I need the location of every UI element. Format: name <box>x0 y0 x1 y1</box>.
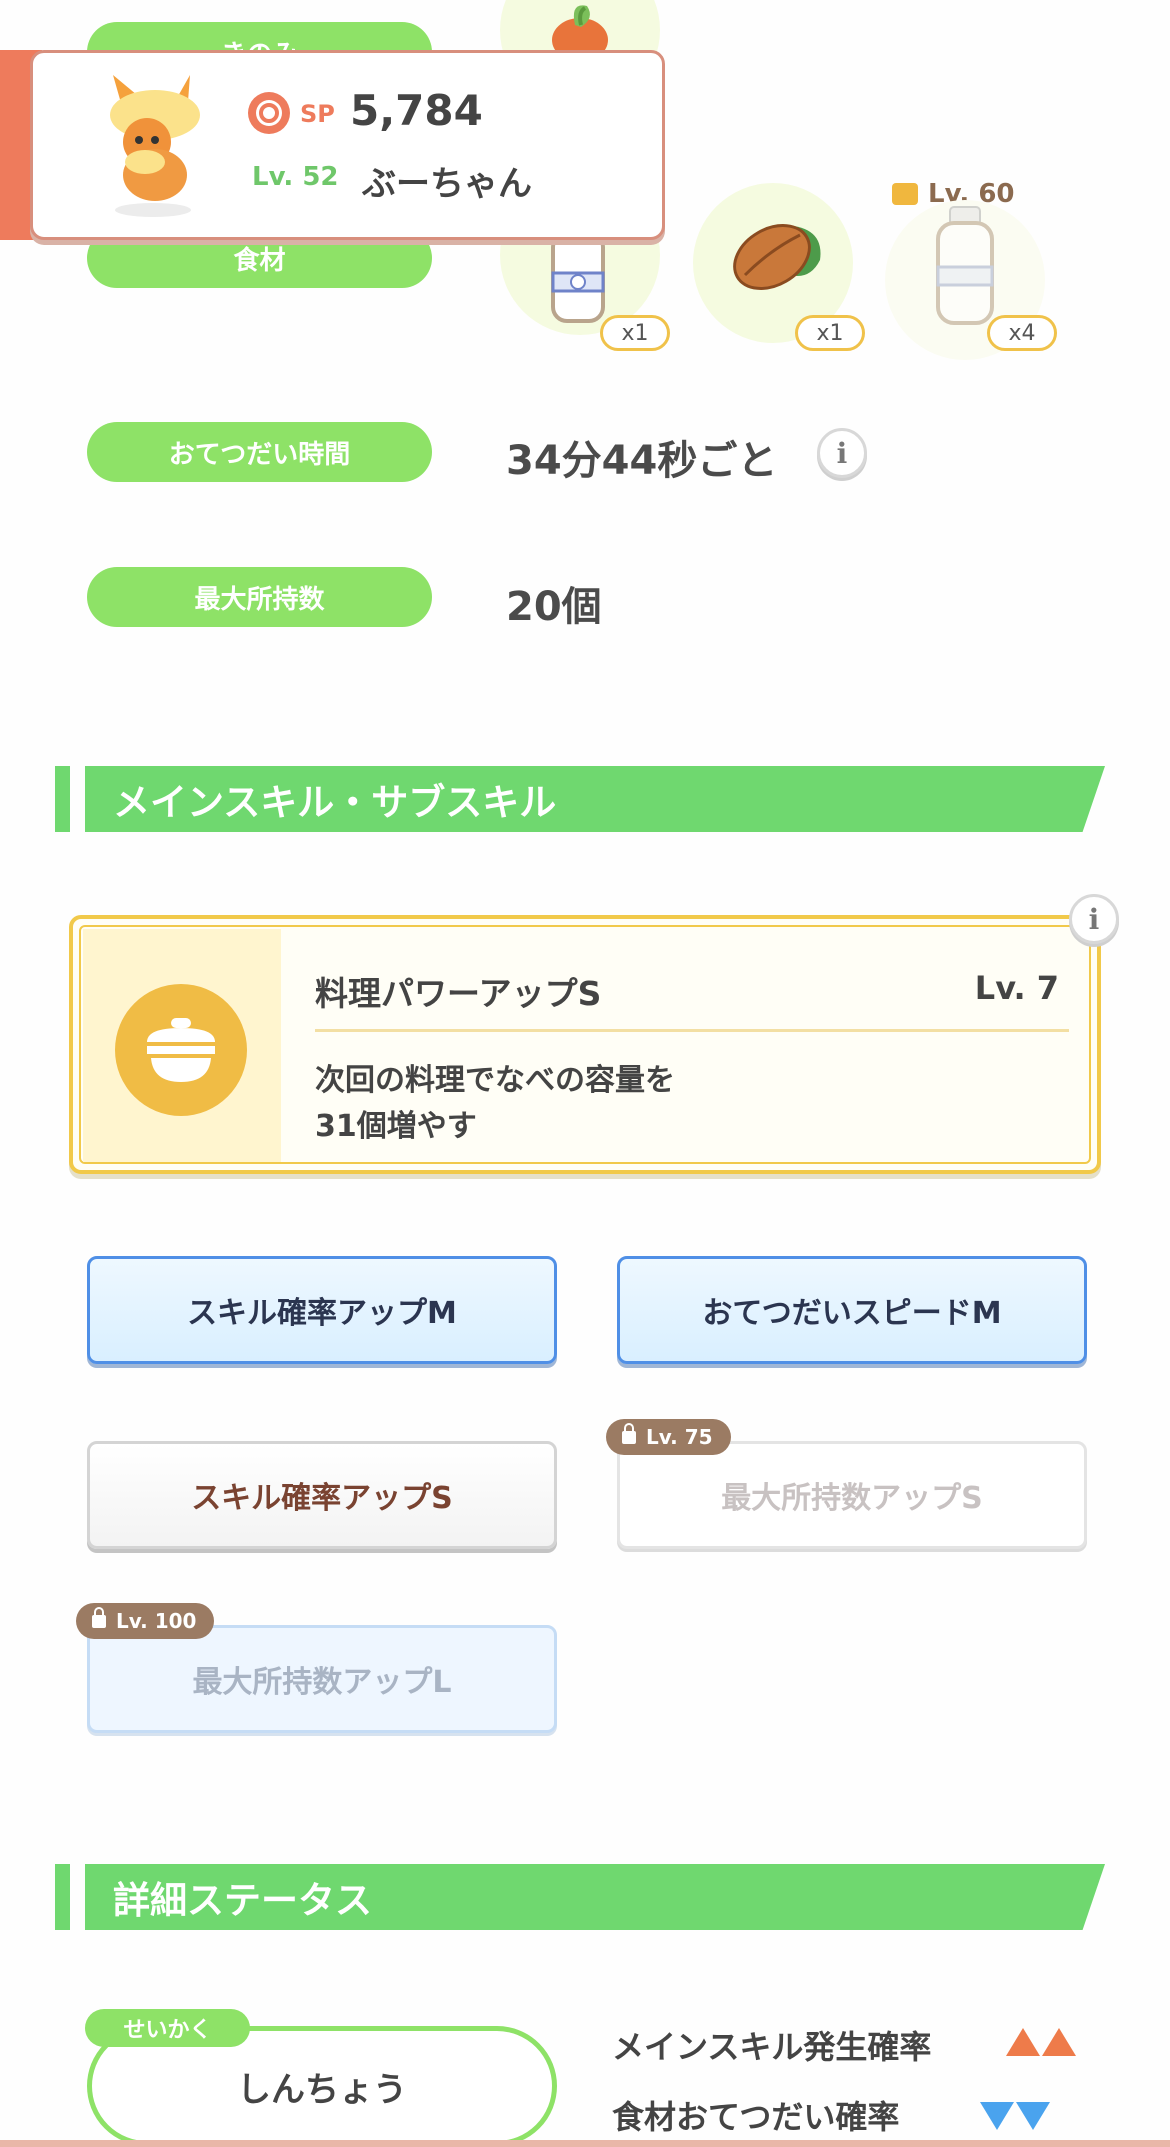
section-stripe <box>55 1864 70 1930</box>
sub-skill-button-1[interactable]: スキル確率アップM <box>87 1256 557 1364</box>
sp-icon <box>248 92 290 134</box>
skills-section-header: メインスキル・サブスキル <box>55 766 1105 832</box>
help-time-info-icon[interactable]: i <box>817 428 867 478</box>
sub-skill-button-4-locked[interactable]: 最大所持数アップS <box>617 1441 1087 1549</box>
main-skill-level: Lv. 7 <box>974 969 1059 1007</box>
ingredient-qty-1: x1 <box>600 315 670 351</box>
main-skill-card[interactable]: 料理パワーアップS Lv. 7 次回の料理でなべの容量を 31個増やす <box>69 915 1101 1174</box>
help-time-label: おてつだい時間 <box>87 422 432 482</box>
nature-tag: せいかく <box>85 2009 250 2047</box>
pokemon-nickname: ぶーちゃん <box>362 164 532 204</box>
sub-skill-button-2[interactable]: おてつだいスピードM <box>617 1256 1087 1364</box>
main-skill-desc-line1: 次回の料理でなべの容量を <box>315 1063 675 1098</box>
flareon-avatar-icon <box>110 75 200 217</box>
milk-bottle-icon <box>551 231 605 323</box>
bottom-sheet-edge <box>0 2140 1170 2147</box>
sub-skill-button-5-locked[interactable]: 最大所持数アップL <box>87 1625 557 1733</box>
section-stripe <box>55 766 70 832</box>
milk-bottle-icon-locked <box>936 206 994 325</box>
max-carry-label: 最大所持数 <box>87 567 432 627</box>
ingredient-qty-2: x1 <box>795 315 865 351</box>
pokemon-profile-card: SP 5,784 Lv. 52 ぶーちゃん <box>0 50 665 240</box>
help-time-value: 34分44秒ごと <box>506 438 778 484</box>
sub-skill-lock-tag-4: Lv. 75 <box>606 1419 731 1455</box>
pokemon-level: Lv. 52 <box>252 162 339 192</box>
max-carry-value: 20個 <box>506 584 602 630</box>
lock-icon <box>622 1422 636 1444</box>
main-skill-desc-line2: 31個増やす <box>315 1109 477 1144</box>
cacao-pod-icon <box>733 224 821 290</box>
main-skill-info-icon[interactable]: i <box>1069 894 1119 944</box>
sp-value: 5,784 <box>350 86 483 135</box>
stat-label-1: メインスキル発生確率 <box>612 2028 932 2066</box>
stat-main-skill-rate: メインスキル発生確率 <box>612 2022 931 2068</box>
details-section-title: 詳細ステータス <box>85 1864 1105 1930</box>
main-skill-divider <box>315 1029 1069 1032</box>
stat-label-2: 食材おてつだい確率 <box>612 2098 900 2136</box>
apple-berry-icon <box>552 5 608 55</box>
lock-icon <box>92 1606 106 1628</box>
sub-skill-lock-tag-5: Lv. 100 <box>76 1603 215 1639</box>
stat-up-icon <box>1006 2028 1076 2056</box>
stat-down-icon <box>980 2102 1050 2130</box>
ingredient-qty-3: x4 <box>987 315 1057 351</box>
details-section-header: 詳細ステータス <box>55 1864 1105 1930</box>
sub-skill-button-3[interactable]: スキル確率アップS <box>87 1441 557 1549</box>
lock-icon <box>892 183 918 205</box>
sp-label: SP <box>300 100 335 128</box>
skills-section-title: メインスキル・サブスキル <box>85 766 1105 832</box>
cooking-pot-icon <box>115 984 247 1116</box>
stat-ingredient-rate: 食材おてつだい確率 <box>612 2092 899 2138</box>
main-skill-name: 料理パワーアップS <box>315 974 602 1013</box>
